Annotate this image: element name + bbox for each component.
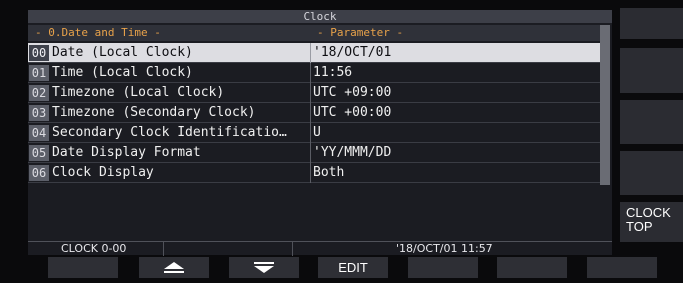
scroll-down-button[interactable]	[229, 257, 299, 278]
column-divider	[310, 83, 311, 103]
triangle-down-icon	[254, 262, 274, 273]
menu-row-secondary-clock-id[interactable]: 04 Secondary Clock Identificatio… U	[28, 123, 600, 143]
triangle-up-icon	[164, 262, 184, 273]
menu-row-timezone-local[interactable]: 02 Timezone (Local Clock) UTC +09:00	[28, 83, 600, 103]
row-label: Date (Local Clock)	[52, 45, 193, 60]
side-key-4[interactable]	[620, 151, 683, 195]
row-label: Date Display Format	[52, 145, 201, 160]
function-key-5[interactable]	[408, 257, 478, 278]
menu-row-date[interactable]: 00 Date (Local Clock) '18/OCT/01	[28, 43, 600, 63]
scrollbar[interactable]	[600, 25, 610, 185]
menu-row-timezone-secondary[interactable]: 03 Timezone (Secondary Clock) UTC +00:00	[28, 103, 600, 123]
column-header-name: - 0.Date and Time -	[35, 26, 161, 39]
function-key-6[interactable]	[497, 257, 567, 278]
table-header: - 0.Date and Time - - Parameter -	[28, 25, 600, 41]
row-number: 02	[29, 85, 49, 101]
row-value[interactable]: Both	[313, 163, 344, 183]
row-value[interactable]: UTC +00:00	[313, 103, 391, 123]
clock-readout: '18/OCT/01 11:57	[396, 242, 493, 255]
column-divider	[310, 43, 311, 63]
menu-row-clock-display[interactable]: 06 Clock Display Both	[28, 163, 600, 183]
side-key-2[interactable]	[620, 48, 683, 93]
column-divider	[310, 123, 311, 143]
row-number: 00	[29, 45, 49, 61]
row-label: Timezone (Local Clock)	[52, 85, 225, 100]
row-value[interactable]: 'YY/MMM/DD	[313, 143, 391, 163]
row-number: 03	[29, 105, 49, 121]
row-number: 06	[29, 165, 49, 181]
edit-button[interactable]: EDIT	[318, 257, 388, 278]
menu-list: 00 Date (Local Clock) '18/OCT/01 01 Time…	[28, 43, 600, 183]
row-value[interactable]: 11:56	[313, 63, 352, 83]
function-key-1[interactable]	[48, 257, 118, 278]
status-divider	[163, 242, 164, 256]
column-divider	[310, 163, 311, 183]
row-value[interactable]: U	[313, 123, 321, 143]
row-number: 01	[29, 65, 49, 81]
status-divider	[292, 242, 293, 256]
column-divider	[310, 63, 311, 83]
menu-id-label: CLOCK 0-00	[61, 242, 127, 255]
column-divider	[310, 103, 311, 123]
column-divider	[310, 143, 311, 163]
row-label: Timezone (Secondary Clock)	[52, 105, 256, 120]
row-label: Clock Display	[52, 165, 154, 180]
window-title: Clock	[28, 10, 612, 23]
row-value[interactable]: '18/OCT/01	[313, 43, 391, 63]
clock-top-button[interactable]: CLOCK TOP	[620, 202, 683, 242]
menu-row-time[interactable]: 01 Time (Local Clock) 11:56	[28, 63, 600, 83]
clock-menu-panel: Clock - 0.Date and Time - - Parameter - …	[28, 10, 612, 256]
function-key-7[interactable]	[587, 257, 657, 278]
status-bar: CLOCK 0-00 '18/OCT/01 11:57	[28, 241, 612, 256]
menu-row-date-format[interactable]: 05 Date Display Format 'YY/MMM/DD	[28, 143, 600, 163]
row-value[interactable]: UTC +09:00	[313, 83, 391, 103]
row-label: Time (Local Clock)	[52, 65, 193, 80]
scroll-up-button[interactable]	[139, 257, 209, 278]
side-key-3[interactable]	[620, 100, 683, 144]
row-number: 04	[29, 125, 49, 141]
row-number: 05	[29, 145, 49, 161]
side-key-1[interactable]	[620, 8, 683, 39]
row-label: Secondary Clock Identificatio…	[52, 125, 287, 140]
column-header-parameter: - Parameter -	[317, 26, 404, 39]
